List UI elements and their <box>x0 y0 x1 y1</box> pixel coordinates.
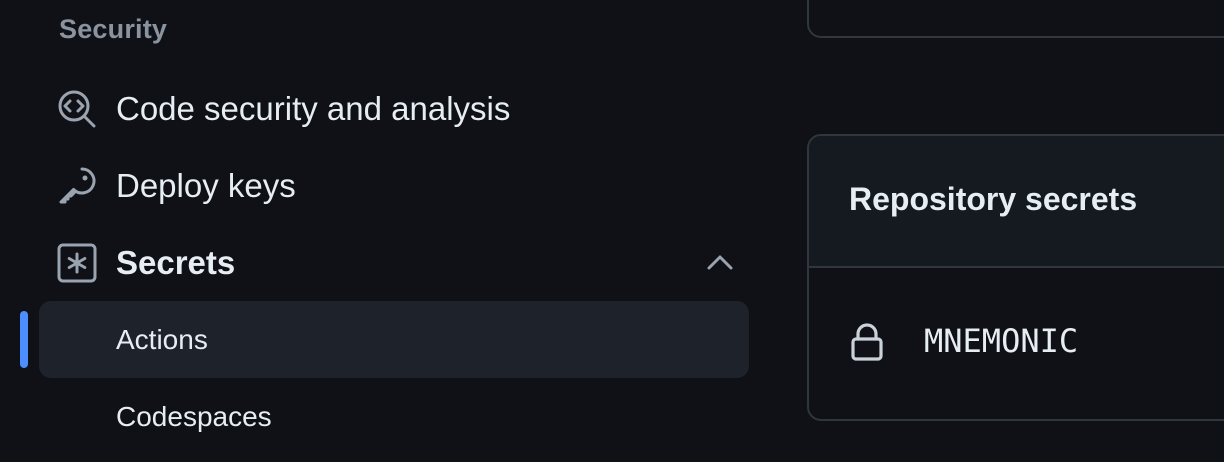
panel-header: Repository secrets <box>809 136 1224 268</box>
sidebar-subitem-label: Actions <box>116 323 208 355</box>
sidebar-item-deploy-keys[interactable]: Deploy keys <box>56 160 296 212</box>
secret-row: MNEMONIC <box>809 268 1224 419</box>
panel-title: Repository secrets <box>849 181 1138 217</box>
sidebar-item-label: Code security and analysis <box>116 90 511 127</box>
key-icon <box>56 165 98 207</box>
section-heading-security: Security <box>59 14 168 44</box>
previous-panel <box>807 0 1224 38</box>
codescan-icon <box>56 88 98 130</box>
sidebar-item-secrets[interactable]: Secrets <box>56 237 736 289</box>
asterisk-box-icon <box>56 242 98 284</box>
sidebar-item-label: Secrets <box>116 244 236 281</box>
sidebar-item-code-security[interactable]: Code security and analysis <box>56 83 510 135</box>
sidebar-subitem-actions[interactable]: Actions <box>39 301 749 378</box>
lock-icon <box>849 323 885 361</box>
sidebar-item-label: Deploy keys <box>116 167 296 204</box>
active-item-marker <box>20 311 28 368</box>
sidebar-subitem-codespaces[interactable]: Codespaces <box>39 378 749 455</box>
sidebar-subitem-label: Codespaces <box>116 400 272 432</box>
chevron-up-icon[interactable] <box>704 247 736 279</box>
settings-sidebar: Security Code security and analysis Depl… <box>0 0 780 462</box>
secret-name: MNEMONIC <box>924 322 1079 360</box>
repository-secrets-panel: Repository secrets MNEMONIC <box>807 134 1224 421</box>
